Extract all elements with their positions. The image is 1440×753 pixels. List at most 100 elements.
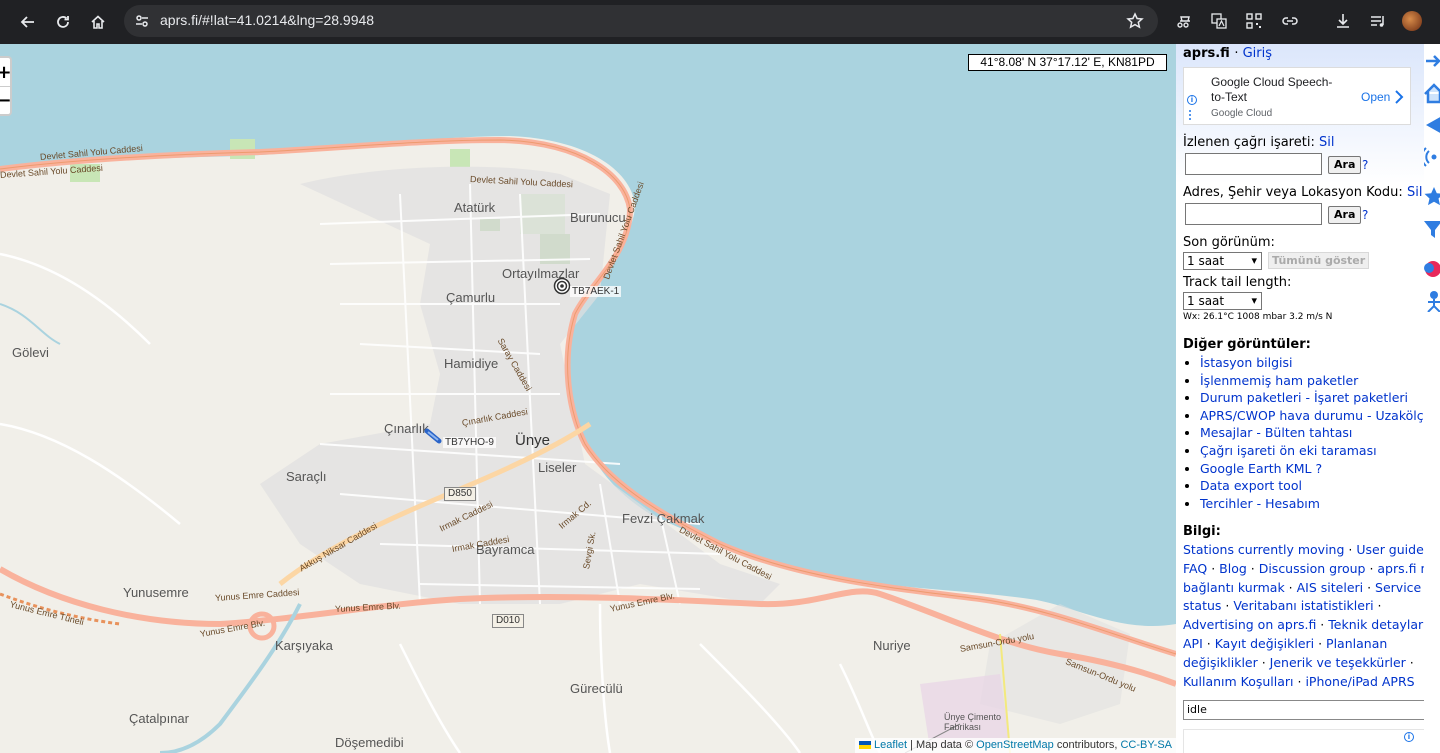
place-label: Burunucu xyxy=(570,210,626,225)
antenna-icon[interactable] xyxy=(1424,146,1440,168)
user-icon[interactable] xyxy=(1424,290,1440,313)
list-item[interactable]: Mesajlar - Bülten tahtası xyxy=(1200,425,1424,443)
place-label: Döşemedibi xyxy=(335,735,404,750)
back-arrow-icon[interactable] xyxy=(14,8,42,36)
link-icon[interactable] xyxy=(1279,10,1301,32)
zoom-out-button[interactable]: − xyxy=(0,86,12,114)
info-link[interactable]: FAQ xyxy=(1183,561,1207,576)
list-item[interactable]: Çağrı işareti ön eki taraması xyxy=(1200,443,1424,461)
send-icon[interactable] xyxy=(1424,114,1440,136)
info-link[interactable]: Teknik detaylar xyxy=(1328,617,1423,632)
callsign-input[interactable] xyxy=(1185,153,1322,175)
star-icon[interactable] xyxy=(1424,186,1440,208)
place-label: Gürecülü xyxy=(570,681,623,696)
license-link[interactable]: CC-BY-SA xyxy=(1120,739,1172,751)
info-link[interactable]: API xyxy=(1183,636,1203,651)
place-label: Atatürk xyxy=(454,200,496,215)
status-field: idle xyxy=(1183,700,1424,720)
list-item[interactable]: İstasyon bilgisi xyxy=(1200,355,1424,373)
address-input[interactable] xyxy=(1185,203,1322,225)
zoom-control: + − xyxy=(0,56,12,116)
extension-icon[interactable] xyxy=(1174,10,1196,32)
weather-readout: Wx: 26.1°C 1008 mbar 3.2 m/s N xyxy=(1183,312,1333,322)
url-text[interactable]: aprs.fi/#!lat=41.0214&lng=28.9948 xyxy=(160,12,374,28)
ad-banner-bottom[interactable]: i xyxy=(1183,729,1424,753)
home-icon[interactable] xyxy=(84,8,112,36)
info-link[interactable]: iPhone/iPad APRS xyxy=(1305,674,1414,689)
home-icon[interactable] xyxy=(1424,82,1440,104)
map-area[interactable]: Atatürk Burunucu Ortayılmazlar Çamurlu G… xyxy=(0,44,1176,753)
list-item[interactable]: Google Earth KML ? xyxy=(1200,461,1424,479)
profile-avatar[interactable] xyxy=(1402,11,1422,31)
chat-bubbles-icon[interactable] xyxy=(1424,258,1440,280)
road-shield: D010 xyxy=(492,614,524,628)
tracked-clear-link[interactable]: Sil xyxy=(1319,135,1334,150)
info-link[interactable]: Advertising on aprs.fi xyxy=(1183,617,1316,632)
info-link[interactable]: Kullanım Koşulları xyxy=(1183,674,1294,689)
address-clear-link[interactable]: Sil xyxy=(1407,185,1422,200)
osm-link[interactable]: OpenStreetMap xyxy=(976,739,1054,751)
reload-icon[interactable] xyxy=(49,8,77,36)
station-label[interactable]: TB7AEK-1 xyxy=(570,286,622,297)
list-item[interactable]: İşlenmemiş ham paketler xyxy=(1200,373,1424,391)
info-link[interactable]: User guide xyxy=(1356,542,1423,557)
filter-icon[interactable] xyxy=(1424,218,1440,240)
browser-toolbar: aprs.fi/#!lat=41.0214&lng=28.9948 xyxy=(0,0,1440,44)
address-help-link[interactable]: ? xyxy=(1362,208,1368,222)
info-link[interactable]: Discussion group xyxy=(1259,561,1366,576)
media-playlist-icon[interactable] xyxy=(1367,10,1389,32)
zoom-in-button[interactable]: + xyxy=(0,58,12,86)
ad-menu-icon[interactable] xyxy=(1189,109,1191,121)
info-link[interactable]: Kayıt değişikleri xyxy=(1215,636,1314,651)
address-label: Adres, Şehir veya Lokasyon Kodu: Sil xyxy=(1183,185,1423,200)
bookmark-star-icon[interactable] xyxy=(1126,12,1144,34)
tracked-callsign-label: İzlenen çağrı işareti: Sil xyxy=(1183,135,1335,150)
expand-arrow-icon[interactable] xyxy=(1424,50,1440,72)
ad-title[interactable]: Google Cloud Speech-to-Text xyxy=(1211,75,1339,105)
place-label: Yunusemre xyxy=(123,585,189,600)
place-label: Fevzi Çakmak xyxy=(622,511,705,526)
leaflet-link[interactable]: Leaflet xyxy=(874,739,907,751)
other-views-heading: Diğer görüntüler: xyxy=(1183,337,1311,352)
callsign-help-link[interactable]: ? xyxy=(1362,158,1368,172)
tool-icon-strip xyxy=(1424,44,1440,753)
download-icon[interactable] xyxy=(1332,10,1354,32)
ad-open-button[interactable]: Open xyxy=(1361,90,1390,104)
login-link[interactable]: Giriş xyxy=(1243,46,1272,61)
side-panel: aprs.fi · Giriş i Google Cloud Speech-to… xyxy=(1176,44,1424,753)
other-views-list: İstasyon bilgisi İşlenmemiş ham paketler… xyxy=(1200,355,1424,513)
show-all-button[interactable]: Tümünü göster xyxy=(1268,252,1370,269)
place-label: Karşıyaka xyxy=(275,638,333,653)
list-item[interactable]: Data export tool xyxy=(1200,478,1424,496)
list-item[interactable]: Tercihler - Hesabım xyxy=(1200,496,1424,514)
map-attribution: Leaflet | Map data © OpenStreetMap contr… xyxy=(854,738,1176,753)
place-label: Çamurlu xyxy=(446,290,496,305)
last-seen-select[interactable]: 1 saat xyxy=(1183,252,1262,270)
place-label: Saraçlı xyxy=(286,469,327,484)
place-label: Nuriye xyxy=(873,638,911,653)
translate-icon[interactable] xyxy=(1208,10,1230,32)
place-label: Ünye Çimento Fabrikası xyxy=(944,712,1002,732)
address-bar[interactable]: aprs.fi/#!lat=41.0214&lng=28.9948 xyxy=(124,5,1158,37)
info-link[interactable]: Blog xyxy=(1219,561,1247,576)
list-item[interactable]: APRS/CWOP hava durumu - Uzakölçüm xyxy=(1200,408,1424,426)
info-link[interactable]: AIS siteleri xyxy=(1297,580,1364,595)
ad-info-icon[interactable]: i xyxy=(1187,95,1197,105)
info-link[interactable]: Stations currently moving xyxy=(1183,542,1344,557)
info-link[interactable]: Veritabanı istatistikleri xyxy=(1233,598,1373,613)
address-search-button[interactable]: Ara xyxy=(1328,206,1362,224)
place-label: Gölevi xyxy=(12,345,49,360)
ad-banner[interactable]: i Google Cloud Speech-to-Text Google Clo… xyxy=(1183,67,1411,125)
ad-advertiser: Google Cloud xyxy=(1211,108,1273,119)
chevron-right-icon[interactable] xyxy=(1394,89,1404,109)
tail-length-select[interactable]: 1 saat xyxy=(1183,292,1262,310)
list-item[interactable]: Durum paketleri - İşaret paketleri xyxy=(1200,390,1424,408)
station-label[interactable]: TB7YHO-9 xyxy=(443,437,496,448)
site-settings-icon[interactable] xyxy=(134,13,150,33)
qr-code-icon[interactable] xyxy=(1243,10,1265,32)
place-label: Liseler xyxy=(538,460,577,475)
ad-info-icon[interactable]: i xyxy=(1404,732,1414,742)
last-seen-label: Son görünüm: xyxy=(1183,235,1275,250)
callsign-search-button[interactable]: Ara xyxy=(1328,156,1362,174)
info-link[interactable]: Jenerik ve teşekkürler xyxy=(1270,655,1406,670)
